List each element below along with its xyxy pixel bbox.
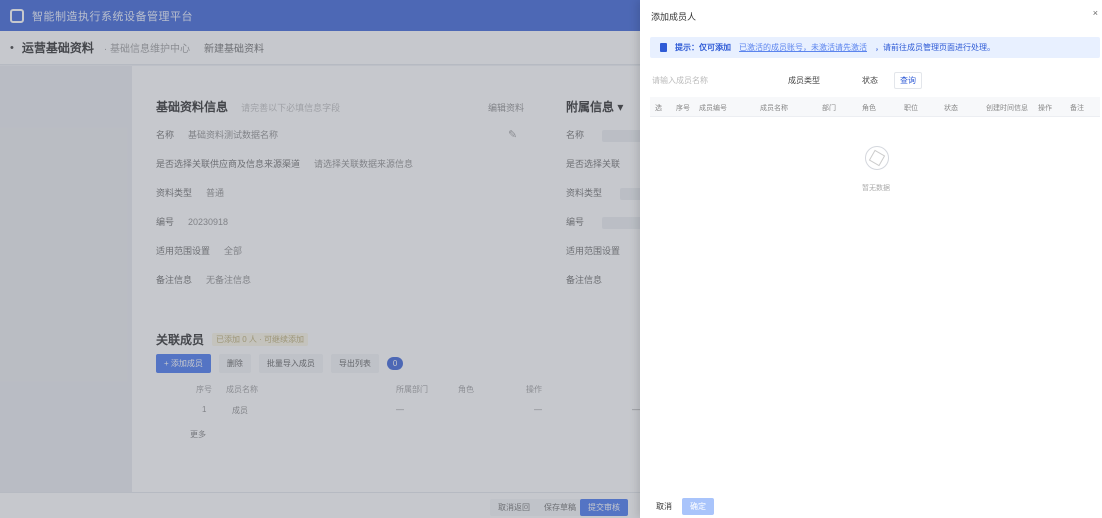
drawer-confirm-button[interactable]: 确定 bbox=[682, 498, 714, 515]
member-type-filter[interactable]: 成员类型 bbox=[788, 75, 820, 86]
select-all-checkbox[interactable]: 选 bbox=[655, 103, 662, 113]
status-filter[interactable]: 状态 bbox=[862, 75, 878, 86]
modal-mask[interactable] bbox=[0, 0, 640, 518]
drawer-title: 添加成员人 bbox=[651, 12, 697, 22]
member-search-input[interactable]: 请输入成员名称 bbox=[652, 75, 708, 86]
search-filter-row: 请输入成员名称 成员类型 状态 查询 bbox=[650, 72, 1100, 89]
notice-lead: 提示：仅可添加 bbox=[675, 43, 731, 52]
drawer-table-header: 选 序号 成员编号 成员名称 部门 角色 职位 状态 创建时间信息 操作 备注 bbox=[650, 97, 1100, 117]
drawer-footer: 取消 确定 bbox=[640, 496, 1102, 518]
query-button[interactable]: 查询 bbox=[894, 72, 922, 89]
notice-tail: ，请前往成员管理页面进行处理。 bbox=[875, 43, 995, 52]
empty-box-icon bbox=[865, 146, 889, 170]
info-icon bbox=[660, 43, 667, 52]
close-icon[interactable]: × bbox=[1093, 8, 1098, 18]
drawer-cancel-button[interactable]: 取消 bbox=[656, 501, 672, 512]
add-member-drawer: 添加成员人 × 提示：仅可添加 已激活的成员账号，未激活请先激活 ，请前往成员管… bbox=[640, 0, 1102, 518]
notice-link[interactable]: 已激活的成员账号，未激活请先激活 bbox=[739, 42, 867, 53]
empty-state-text: 暂无数据 bbox=[862, 185, 890, 192]
notice-banner: 提示：仅可添加 已激活的成员账号，未激活请先激活 ，请前往成员管理页面进行处理。 bbox=[650, 37, 1100, 58]
